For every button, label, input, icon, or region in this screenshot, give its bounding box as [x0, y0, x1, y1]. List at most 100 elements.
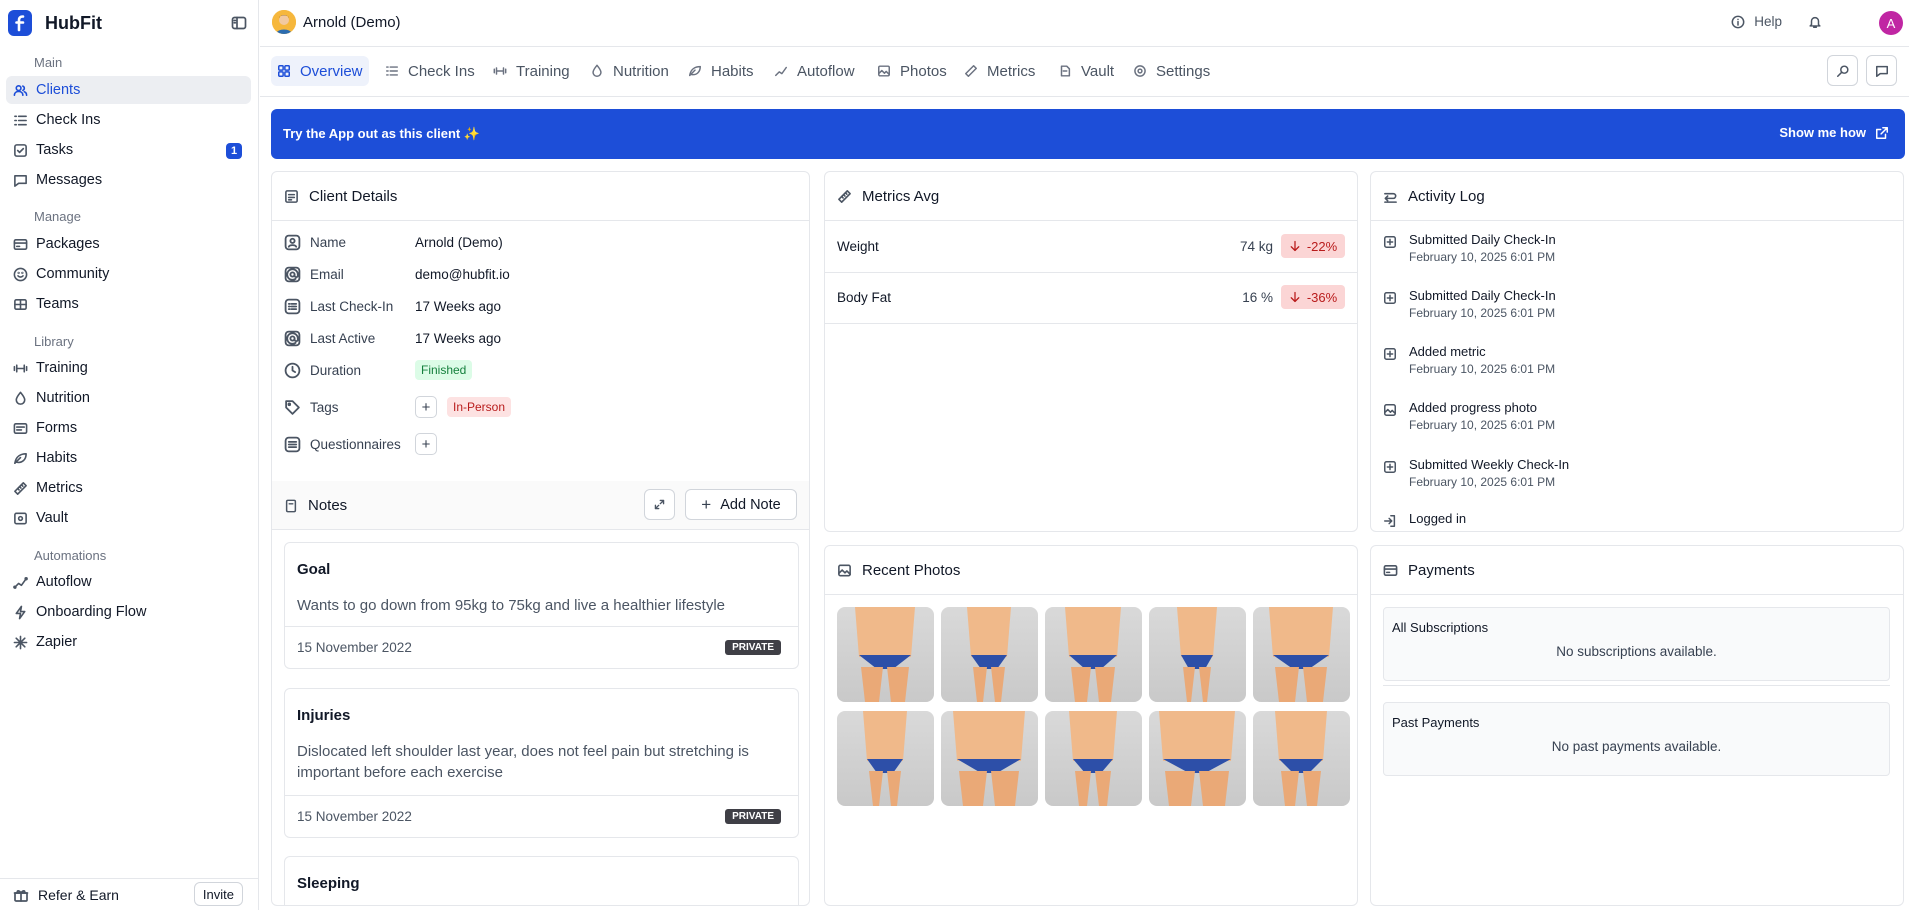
client-name[interactable]: Arnold (Demo)	[303, 14, 401, 31]
progress-photo[interactable]	[837, 607, 934, 702]
progress-photo[interactable]	[1149, 607, 1246, 702]
activity-log-card: Activity Log Submitted Daily Check-In Feb…	[1370, 171, 1904, 532]
hubfit-logo-icon	[8, 10, 32, 36]
tab-label: Settings	[1156, 62, 1211, 80]
detail-value[interactable]: demo@hubfit.io	[415, 267, 510, 282]
activity-icon	[1384, 192, 1397, 203]
notes-title: Notes	[308, 497, 348, 514]
sidebar-toggle-icon[interactable]	[231, 15, 247, 31]
past-payments-box: Past Payments No past payments available…	[1383, 702, 1890, 776]
leaf-icon	[14, 452, 27, 464]
sidebar-item-check-ins[interactable]: Check Ins	[6, 106, 251, 134]
chat-icon	[1875, 65, 1888, 77]
tab-photos[interactable]: Photos	[871, 56, 953, 86]
add-tag-button[interactable]: +	[415, 396, 437, 418]
metric-row-body-fat[interactable]: Body Fat 16 % -36%	[825, 273, 1357, 324]
tab-vault[interactable]: Vault	[1052, 56, 1120, 86]
ruler-icon	[838, 189, 851, 203]
sidebar-item-label: Packages	[36, 236, 100, 252]
arrow-down-icon	[1290, 240, 1300, 252]
metric-row-weight[interactable]: Weight 74 kg -22%	[825, 222, 1357, 273]
gift-icon	[13, 890, 29, 902]
activity-date: February 10, 2025 6:01 PM	[1409, 362, 1556, 376]
note-card[interactable]: Injuries Dislocated left shoulder last y…	[284, 688, 799, 838]
list-icon	[284, 298, 301, 315]
sidebar-item-clients[interactable]: Clients	[6, 76, 251, 104]
note-footer: 15 November 2022 PRIVATE	[285, 626, 798, 668]
info-icon	[1731, 15, 1745, 28]
tab-nutrition[interactable]: Nutrition	[584, 56, 675, 86]
tag-badge[interactable]: In-Person	[447, 397, 512, 417]
activity-header: Activity Log	[1371, 172, 1903, 221]
subscriptions-title: All Subscriptions	[1392, 620, 1489, 635]
sidebar-item-forms[interactable]: Forms	[6, 414, 251, 442]
tab-settings[interactable]: Settings	[1127, 56, 1216, 86]
activity-title: Submitted Daily Check-In	[1409, 288, 1556, 303]
detail-label: Email	[310, 267, 344, 282]
tab-check-ins[interactable]: Check Ins	[379, 56, 481, 86]
users-icon	[13, 84, 28, 96]
sidebar-item-messages[interactable]: Messages	[6, 166, 251, 194]
tab-overview[interactable]: Overview	[271, 56, 369, 86]
metric-change-badge: -22%	[1281, 234, 1345, 258]
sidebar-item-tasks[interactable]: Tasks 1	[6, 136, 251, 164]
metric-value: 74 kg	[1239, 239, 1273, 254]
progress-photo[interactable]	[941, 711, 1038, 806]
card-title: Client Details	[309, 187, 398, 205]
sidebar-item-community[interactable]: Community	[6, 260, 251, 288]
add-questionnaire-button[interactable]: +	[415, 433, 437, 455]
note-card[interactable]: Goal Wants to go down from 95kg to 75kg …	[284, 542, 799, 669]
expand-notes-button[interactable]	[644, 489, 675, 520]
search-button[interactable]	[1827, 55, 1858, 86]
photos-header: Recent Photos	[825, 546, 1357, 595]
sidebar-item-nutrition[interactable]: Nutrition	[6, 384, 251, 412]
sidebar-item-packages[interactable]: Packages	[6, 230, 251, 258]
arrow-down-icon	[1290, 291, 1300, 303]
sidebar-item-zapier[interactable]: Zapier	[6, 628, 251, 656]
progress-photo[interactable]	[1253, 607, 1350, 702]
activity-title: Added progress photo	[1409, 400, 1537, 415]
sidebar-item-teams[interactable]: Teams	[6, 290, 251, 318]
tasks-count-badge: 1	[226, 143, 242, 159]
list-icon	[14, 114, 27, 126]
progress-photo[interactable]	[1045, 607, 1142, 702]
sidebar-item-label: Tasks	[36, 142, 74, 158]
sidebar-item-autoflow[interactable]: Autoflow	[6, 568, 251, 596]
progress-photo[interactable]	[837, 711, 934, 806]
show-me-how-button[interactable]: Show me how	[1779, 125, 1889, 140]
tab-metrics[interactable]: Metrics	[958, 56, 1041, 86]
detail-row-last-check-in: Last Check-In 17 Weeks ago	[284, 298, 501, 315]
invite-button[interactable]: Invite	[193, 882, 243, 906]
note-card[interactable]: Sleeping	[284, 856, 799, 905]
tab-habits[interactable]: Habits	[682, 56, 760, 86]
refer-earn-link[interactable]: Refer & Earn	[13, 887, 119, 903]
metric-name: Weight	[837, 239, 879, 254]
progress-photo[interactable]	[1045, 711, 1142, 806]
detail-label: Last Check-In	[310, 299, 394, 314]
vault-icon	[14, 512, 27, 524]
user-avatar[interactable]: A	[1879, 11, 1903, 35]
sidebar-item-metrics[interactable]: Metrics	[6, 474, 251, 502]
grid-icon	[278, 65, 290, 77]
progress-photo[interactable]	[941, 607, 1038, 702]
tab-autoflow[interactable]: Autoflow	[768, 56, 861, 86]
form-icon	[284, 436, 301, 452]
progress-photo[interactable]	[1149, 711, 1246, 806]
tab-training[interactable]: Training	[487, 56, 576, 86]
section-library: Library	[34, 334, 74, 349]
plus-square-icon	[1384, 461, 1396, 473]
sidebar-item-label: Check Ins	[36, 112, 101, 128]
activity-item: Submitted Weekly Check-In February 10, 20…	[1383, 457, 1569, 489]
bell-icon[interactable]	[1808, 15, 1822, 29]
sidebar-item-onboarding-flow[interactable]: Onboarding Flow	[6, 598, 251, 626]
note-icon	[285, 499, 297, 512]
sidebar-item-habits[interactable]: Habits	[6, 444, 251, 472]
help-link[interactable]: Help	[1731, 14, 1782, 29]
refer-earn-label: Refer & Earn	[38, 887, 119, 903]
chat-button[interactable]	[1866, 55, 1897, 86]
sidebar-item-label: Zapier	[36, 634, 78, 650]
add-note-button[interactable]: + Add Note	[685, 489, 797, 520]
sidebar-item-training[interactable]: Training	[6, 354, 251, 382]
sidebar-item-vault[interactable]: Vault	[6, 504, 251, 532]
progress-photo[interactable]	[1253, 711, 1350, 806]
